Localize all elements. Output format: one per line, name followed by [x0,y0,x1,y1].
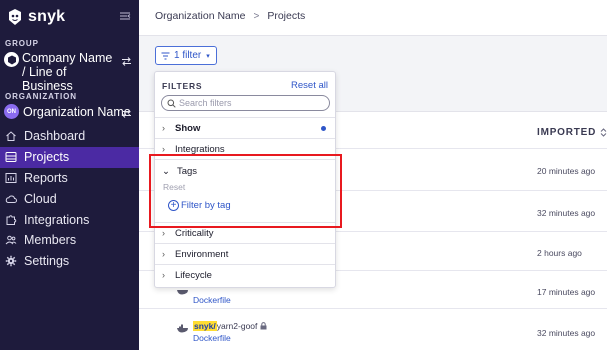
group-logo-icon [7,55,16,64]
active-filter-dot [321,126,326,131]
filter-section-label: Lifecycle [175,269,212,281]
swap-icon[interactable] [121,108,132,119]
breadcrumb-projects: Projects [267,10,306,22]
brand[interactable]: snyk [7,8,65,26]
sidebar-item-label: Members [24,233,77,248]
gear-icon [5,255,17,267]
cloud-icon [5,195,17,203]
sidebar-item-settings[interactable]: Settings [0,251,139,272]
filters-title: FILTERS [162,81,203,91]
imported-time: 2 hours ago [537,248,582,258]
sidebar-item-label: Integrations [24,212,90,227]
chevron-right-icon: › [162,123,165,133]
imported-time: 32 minutes ago [537,328,596,338]
imported-time: 17 minutes ago [537,287,596,297]
sidebar-item-label: Dashboard [24,129,86,144]
sidebar-item-cloud[interactable]: Cloud [0,188,139,209]
group-name: Company Name / Line of Business [22,51,113,93]
sort-icon [600,128,607,137]
filter-section-label: Show [175,122,201,134]
filter-button-label: 1 filter [174,50,202,61]
sidebar-item-dashboard[interactable]: Dashboard [0,126,139,147]
puzzle-icon [6,214,17,225]
filter-search[interactable] [161,95,330,111]
sidebar-item-integrations[interactable]: Integrations [0,209,139,230]
sidebar-item-reports[interactable]: Reports [0,168,139,189]
imported-header-label: IMPORTED [537,127,597,138]
org-name: Organization Name [23,105,131,119]
project-row[interactable]: snyk/yarn2-goof Dockerfile [193,321,267,343]
chart-icon [5,172,17,183]
chevron-right-icon: › [162,228,165,238]
sidebar: snyk GROUP Company Name / Line of Busine… [0,0,139,350]
filter-section-label: Environment [175,248,229,260]
filter-section-show[interactable]: › Show [155,117,335,138]
tags-highlight-box [149,154,342,228]
organization-switcher[interactable]: ON Organization Name [4,104,134,121]
chevron-right-icon: › [162,270,165,280]
sidebar-item-projects[interactable]: Projects [0,146,139,168]
sidebar-nav: Dashboard Projects Reports Cloud Integra… [0,126,139,272]
group-label: GROUP [5,39,39,48]
search-icon [167,99,176,108]
organization-label: ORGANIZATION [5,92,77,101]
swap-icon[interactable] [121,56,132,67]
filter-section-lifecycle[interactable]: › Lifecycle [155,264,335,285]
project-target-link[interactable]: Dockerfile [193,333,267,343]
imported-column-header[interactable]: IMPORTED [537,127,607,138]
group-switcher[interactable]: Company Name / Line of Business [4,50,134,93]
breadcrumb-org[interactable]: Organization Name [155,10,245,22]
sidebar-item-label: Reports [24,170,68,185]
imported-time: 32 minutes ago [537,208,596,218]
filter-section-environment[interactable]: › Environment [155,243,335,264]
filter-section-label: Criticality [175,227,214,239]
org-avatar: ON [4,104,19,119]
filter-section-label: Integrations [175,143,225,155]
collapse-sidebar-icon[interactable] [119,10,131,22]
project-row[interactable]: Dockerfile [193,293,231,305]
group-avatar [4,52,19,67]
project-name[interactable]: snyk/yarn2-goof [193,321,257,331]
list-icon [5,152,17,163]
chevron-right-icon: › [162,144,165,154]
top-bar: Organization Name > Projects [139,0,607,36]
row-divider [139,308,607,309]
snyk-logo-icon [9,9,21,25]
filter-button[interactable]: 1 filter ▾ [155,46,217,65]
brand-name: snyk [28,8,66,25]
breadcrumb: Organization Name > Projects [155,10,305,22]
people-icon [5,236,17,245]
imported-time: 20 minutes ago [537,166,596,176]
breadcrumb-separator: > [253,10,260,22]
filter-icon [161,52,170,59]
caret-down-icon: ▾ [206,52,210,60]
project-owner: snyk/ [193,321,217,331]
search-filters-input[interactable] [179,98,319,108]
sidebar-item-members[interactable]: Members [0,230,139,251]
chevron-right-icon: › [162,249,165,259]
project-repo: yarn2-goof [216,321,258,331]
project-target-link[interactable]: Dockerfile [193,295,231,305]
sidebar-item-label: Cloud [24,191,57,206]
docker-icon [177,324,188,333]
sidebar-item-label: Projects [24,150,70,165]
home-icon [6,131,16,142]
sidebar-item-label: Settings [24,254,70,269]
lock-icon [260,322,267,330]
reset-all-link[interactable]: Reset all [291,80,328,91]
